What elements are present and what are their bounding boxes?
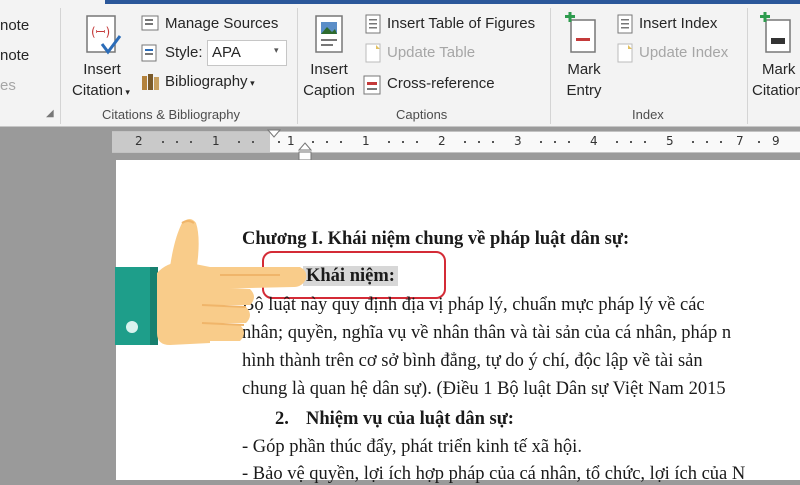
ribbon-references: note note es ◢ (ꟷ) Insert Citation ▾ Man…: [0, 0, 800, 127]
ruler-dot: [758, 141, 760, 143]
ruler-dot: [478, 141, 480, 143]
ruler-tick: 1: [362, 134, 370, 148]
ruler-dot: [540, 141, 542, 143]
insert-index-icon: [616, 14, 636, 39]
group-separator: [60, 8, 61, 124]
index-group-label: Index: [632, 107, 664, 122]
ruler-dot: [464, 141, 466, 143]
style-icon: [140, 43, 162, 68]
ruler-tick: 7: [736, 134, 744, 148]
paragraph-line[interactable]: nhân; quyền, nghĩa vụ về nhân thân và tà…: [242, 322, 731, 344]
title-bar-strip: [105, 0, 800, 4]
captions-group-label: Captions: [396, 107, 448, 122]
ruler-dot: [568, 141, 570, 143]
next-footnote-button[interactable]: note: [0, 47, 29, 64]
ruler-tick: 1: [287, 134, 295, 148]
bullet-line[interactable]: - Góp phần thúc đẩy, phát triển kinh tế …: [242, 436, 582, 458]
update-table-button[interactable]: Update Table: [387, 44, 475, 61]
show-notes-button[interactable]: es: [0, 77, 16, 94]
ruler-dot: [616, 141, 618, 143]
ruler-tick: 1: [212, 134, 220, 148]
ruler-tick: 5: [666, 134, 674, 148]
update-index-icon: [616, 43, 636, 68]
ruler-tick: 9: [772, 134, 780, 148]
paragraph-line[interactable]: Bộ luật này quy định địa vị pháp lý, chu…: [242, 294, 705, 316]
ruler-dot: [162, 141, 164, 143]
mark-citation-label-1[interactable]: Mark: [762, 60, 800, 80]
bibliography-button[interactable]: Bibliography ▾: [165, 73, 255, 90]
group-separator: [747, 8, 748, 124]
ruler-dot: [720, 141, 722, 143]
ruler-dot: [388, 141, 390, 143]
ruler-tick: 3: [514, 134, 522, 148]
chevron-down-icon: ▾: [274, 45, 279, 55]
ruler-dot: [176, 141, 178, 143]
insert-citation-label-1[interactable]: Insert: [66, 60, 138, 80]
ruler-dot: [252, 141, 254, 143]
insert-index-button[interactable]: Insert Index: [639, 15, 717, 32]
ruler-dot: [492, 141, 494, 143]
bibliography-icon: [140, 72, 162, 97]
mark-entry-label-2[interactable]: Entry: [556, 81, 612, 101]
ruler-dot: [190, 141, 192, 143]
first-line-indent-marker[interactable]: [267, 129, 281, 139]
manage-sources-icon: [140, 14, 162, 39]
insert-caption-label-1[interactable]: Insert: [296, 60, 362, 80]
paragraph-line[interactable]: hình thành trên cơ sở bình đẳng, tự do ý…: [242, 350, 703, 372]
ruler-dot: [312, 141, 314, 143]
mark-entry-icon[interactable]: [563, 12, 599, 63]
cross-reference-button[interactable]: Cross-reference: [387, 75, 495, 92]
insert-caption-icon[interactable]: [314, 14, 346, 63]
footnotes-dialog-launcher[interactable]: ◢: [46, 108, 54, 119]
list-number-2[interactable]: 2.: [275, 408, 289, 430]
list-item-2[interactable]: Nhiệm vụ của luật dân sự:: [306, 408, 514, 430]
ruler-tick: 2: [438, 134, 446, 148]
insert-table-of-figures-button[interactable]: Insert Table of Figures: [387, 15, 535, 32]
ruler-dot: [278, 141, 280, 143]
ruler-dot: [326, 141, 328, 143]
svg-text:(ꟷ): (ꟷ): [91, 25, 110, 39]
insert-citation-icon[interactable]: (ꟷ): [84, 14, 124, 63]
ruler-dot: [630, 141, 632, 143]
update-index-button[interactable]: Update Index: [639, 44, 728, 61]
mark-entry-label-1[interactable]: Mark: [556, 60, 612, 80]
style-label: Style:: [165, 44, 203, 61]
group-separator: [550, 8, 551, 124]
mark-citation-icon[interactable]: [758, 12, 798, 63]
ruler-dot: [238, 141, 240, 143]
cross-reference-icon: [362, 74, 384, 101]
ruler-dot: [554, 141, 556, 143]
ruler-dot: [644, 141, 646, 143]
ruler-dot: [340, 141, 342, 143]
manage-sources-button[interactable]: Manage Sources: [165, 15, 278, 32]
ruler-dot: [692, 141, 694, 143]
pointing-hand-icon: [115, 219, 307, 345]
ruler-tick: 4: [590, 134, 598, 148]
insert-endnote-button[interactable]: note: [0, 17, 29, 34]
mark-citation-label-2[interactable]: Citation: [752, 81, 800, 101]
ruler-dot: [402, 141, 404, 143]
table-of-figures-icon: [364, 14, 384, 39]
insert-citation-label-2[interactable]: Citation ▾: [64, 81, 138, 102]
ruler-dot: [706, 141, 708, 143]
style-dropdown-value: APA: [212, 44, 241, 61]
style-dropdown[interactable]: APA ▾: [207, 40, 287, 66]
bullet-line[interactable]: - Bảo vệ quyền, lợi ích hợp pháp của cá …: [242, 463, 745, 485]
ruler-tick: 2: [135, 134, 143, 148]
update-table-icon: [364, 43, 384, 68]
ruler-dot: [416, 141, 418, 143]
paragraph-line[interactable]: chung là quan hệ dân sự). (Điều 1 Bộ luậ…: [242, 378, 726, 400]
citations-group-label: Citations & Bibliography: [102, 107, 241, 122]
insert-caption-label-2[interactable]: Caption: [296, 81, 362, 101]
hanging-indent-marker[interactable]: [298, 142, 312, 162]
horizontal-ruler[interactable]: 2 1 1 1 2 3 4 5 7 9: [112, 129, 800, 161]
